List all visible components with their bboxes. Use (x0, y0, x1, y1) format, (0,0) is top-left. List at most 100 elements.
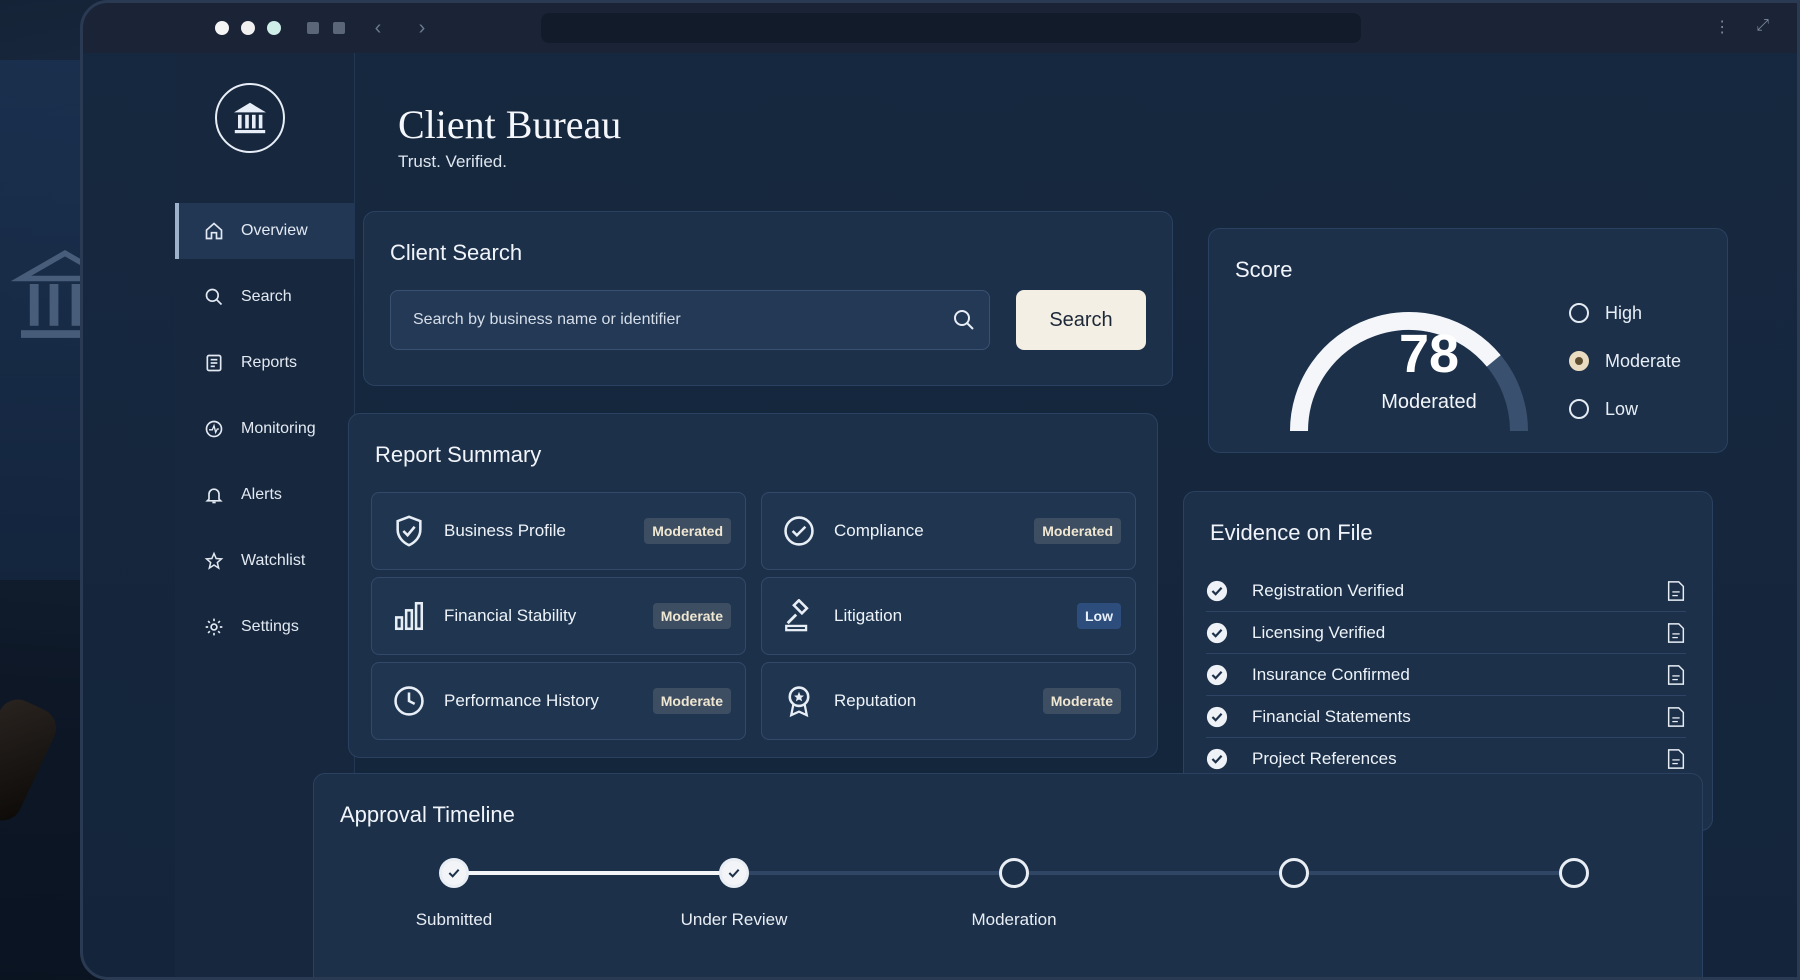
fullscreen-icon[interactable]: ⤢ (1756, 17, 1769, 37)
radio-high[interactable]: High (1569, 289, 1681, 337)
check-circle-icon (1206, 748, 1228, 769)
document-icon[interactable] (1666, 748, 1686, 770)
clock-icon (394, 686, 424, 716)
report-item-reputation[interactable]: Reputation Moderate (761, 662, 1136, 740)
score-label: Moderated (1381, 391, 1477, 413)
radio-moderate[interactable]: Moderate (1569, 337, 1681, 385)
report-item-business-profile[interactable]: Business Profile Moderated (371, 492, 746, 570)
evidence-label: Financial Statements (1252, 706, 1411, 726)
search-icon[interactable] (952, 308, 976, 332)
evidence-row[interactable]: Registration Verified (1206, 570, 1686, 612)
star-icon (203, 550, 225, 572)
score-card: Score 78 Moderated High Moderate Low (1208, 228, 1728, 453)
radio-low[interactable]: Low (1569, 385, 1681, 433)
timeline-step-node[interactable] (999, 858, 1029, 888)
evidence-label: Project References (1252, 748, 1397, 768)
report-item-compliance[interactable]: Compliance Moderated (761, 492, 1136, 570)
evidence-label: Insurance Confirmed (1252, 664, 1410, 684)
score-title: Score (1235, 257, 1293, 282)
sidebar-item-watchlist[interactable]: Watchlist (175, 533, 355, 589)
radio-unchecked-icon (1569, 303, 1589, 323)
approval-timeline-card: Approval Timeline Submitted Under Review M… (313, 773, 1703, 977)
evidence-row[interactable]: Financial Statements (1206, 696, 1686, 738)
forward-arrow-icon[interactable]: › (411, 17, 433, 40)
search-button[interactable]: Search (1016, 290, 1146, 350)
timeline-step-label: Moderation (971, 910, 1057, 929)
score-value: 78 (1398, 324, 1460, 384)
timeline-progress (454, 871, 734, 875)
status-badge: Low (1077, 603, 1121, 629)
bell-icon (203, 484, 225, 506)
report-icon (203, 352, 225, 374)
sidebar-item-label: Monitoring (241, 420, 316, 437)
radio-checked-icon (1569, 351, 1589, 371)
report-item-label: Compliance (834, 521, 924, 540)
address-bar[interactable] (541, 13, 1361, 43)
window-close-dot[interactable] (215, 21, 229, 35)
sidebar-item-overview[interactable]: Overview (175, 203, 355, 259)
document-icon[interactable] (1666, 580, 1686, 602)
evidence-row[interactable]: Licensing Verified (1206, 612, 1686, 654)
timeline-step-node[interactable] (719, 858, 749, 888)
brand-header: Client Bureau Trust. Verified. (398, 101, 621, 172)
sidebar-item-alerts[interactable]: Alerts (175, 467, 355, 523)
sidebar-nav: Overview Search Reports Monitoring Alert… (175, 203, 355, 665)
search-input[interactable] (390, 290, 990, 350)
app-window: ‹ › ⋮ ⤢ Overview Search Reports Monitori… (80, 0, 1800, 980)
status-badge: Moderated (1034, 518, 1121, 544)
check-circle-icon (1206, 622, 1228, 643)
background-pen (0, 692, 63, 828)
timeline-step-node[interactable] (439, 858, 469, 888)
report-item-label: Performance History (444, 691, 599, 710)
report-item-financial-stability[interactable]: Financial Stability Moderate (371, 577, 746, 655)
evidence-row[interactable]: Insurance Confirmed (1206, 654, 1686, 696)
report-item-litigation[interactable]: Litigation Low (761, 577, 1136, 655)
tab-overview-icon[interactable] (333, 22, 345, 34)
check-icon (448, 868, 460, 878)
evidence-label: Registration Verified (1252, 580, 1405, 600)
sidebar-item-label: Search (241, 288, 292, 305)
window-titlebar: ‹ › ⋮ ⤢ (83, 3, 1797, 53)
status-badge: Moderated (644, 518, 731, 544)
sidebar-item-label: Alerts (241, 486, 282, 503)
radio-label: High (1605, 302, 1643, 323)
sidebar-toggle-icon[interactable] (307, 22, 319, 34)
status-badge: Moderate (652, 688, 731, 714)
award-icon (788, 686, 810, 718)
check-circle-icon (1206, 706, 1228, 727)
report-item-label: Litigation (834, 606, 903, 625)
report-summary-title: Report Summary (375, 442, 542, 467)
gavel-icon (785, 599, 809, 632)
back-arrow-icon[interactable]: ‹ (367, 17, 389, 40)
shield-icon (396, 515, 422, 547)
check-circle-icon (1206, 664, 1228, 685)
sidebar-item-label: Settings (241, 618, 299, 635)
more-options-icon[interactable]: ⋮ (1714, 17, 1730, 37)
window-maximize-dot[interactable] (267, 21, 281, 35)
timeline-step-node[interactable] (1279, 858, 1309, 888)
sidebar-item-label: Watchlist (241, 552, 306, 569)
evidence-title: Evidence on File (1210, 520, 1373, 545)
radio-label: Low (1605, 398, 1639, 419)
document-icon[interactable] (1666, 622, 1686, 644)
report-item-performance-history[interactable]: Performance History Moderate (371, 662, 746, 740)
sidebar-item-reports[interactable]: Reports (175, 335, 355, 391)
sidebar-item-settings[interactable]: Settings (175, 599, 355, 655)
status-badge: Moderate (652, 603, 731, 629)
status-badge: Moderate (1042, 688, 1121, 714)
document-icon[interactable] (1666, 706, 1686, 728)
bar-chart-icon (394, 601, 424, 631)
page-tagline: Trust. Verified. (398, 152, 507, 171)
timeline-step-label: Submitted (415, 910, 493, 929)
radio-label: Moderate (1605, 350, 1682, 371)
timeline-step-node[interactable] (1559, 858, 1589, 888)
gear-icon (203, 616, 225, 638)
sidebar-item-monitoring[interactable]: Monitoring (175, 401, 355, 457)
sidebar-item-label: Reports (241, 354, 298, 371)
client-search-title: Client Search (390, 240, 523, 265)
window-minimize-dot[interactable] (241, 21, 255, 35)
document-icon[interactable] (1666, 664, 1686, 686)
sidebar-item-search[interactable]: Search (175, 269, 355, 325)
timeline-step-label: Under Review (680, 910, 788, 929)
sidebar-item-label: Overview (241, 222, 308, 239)
